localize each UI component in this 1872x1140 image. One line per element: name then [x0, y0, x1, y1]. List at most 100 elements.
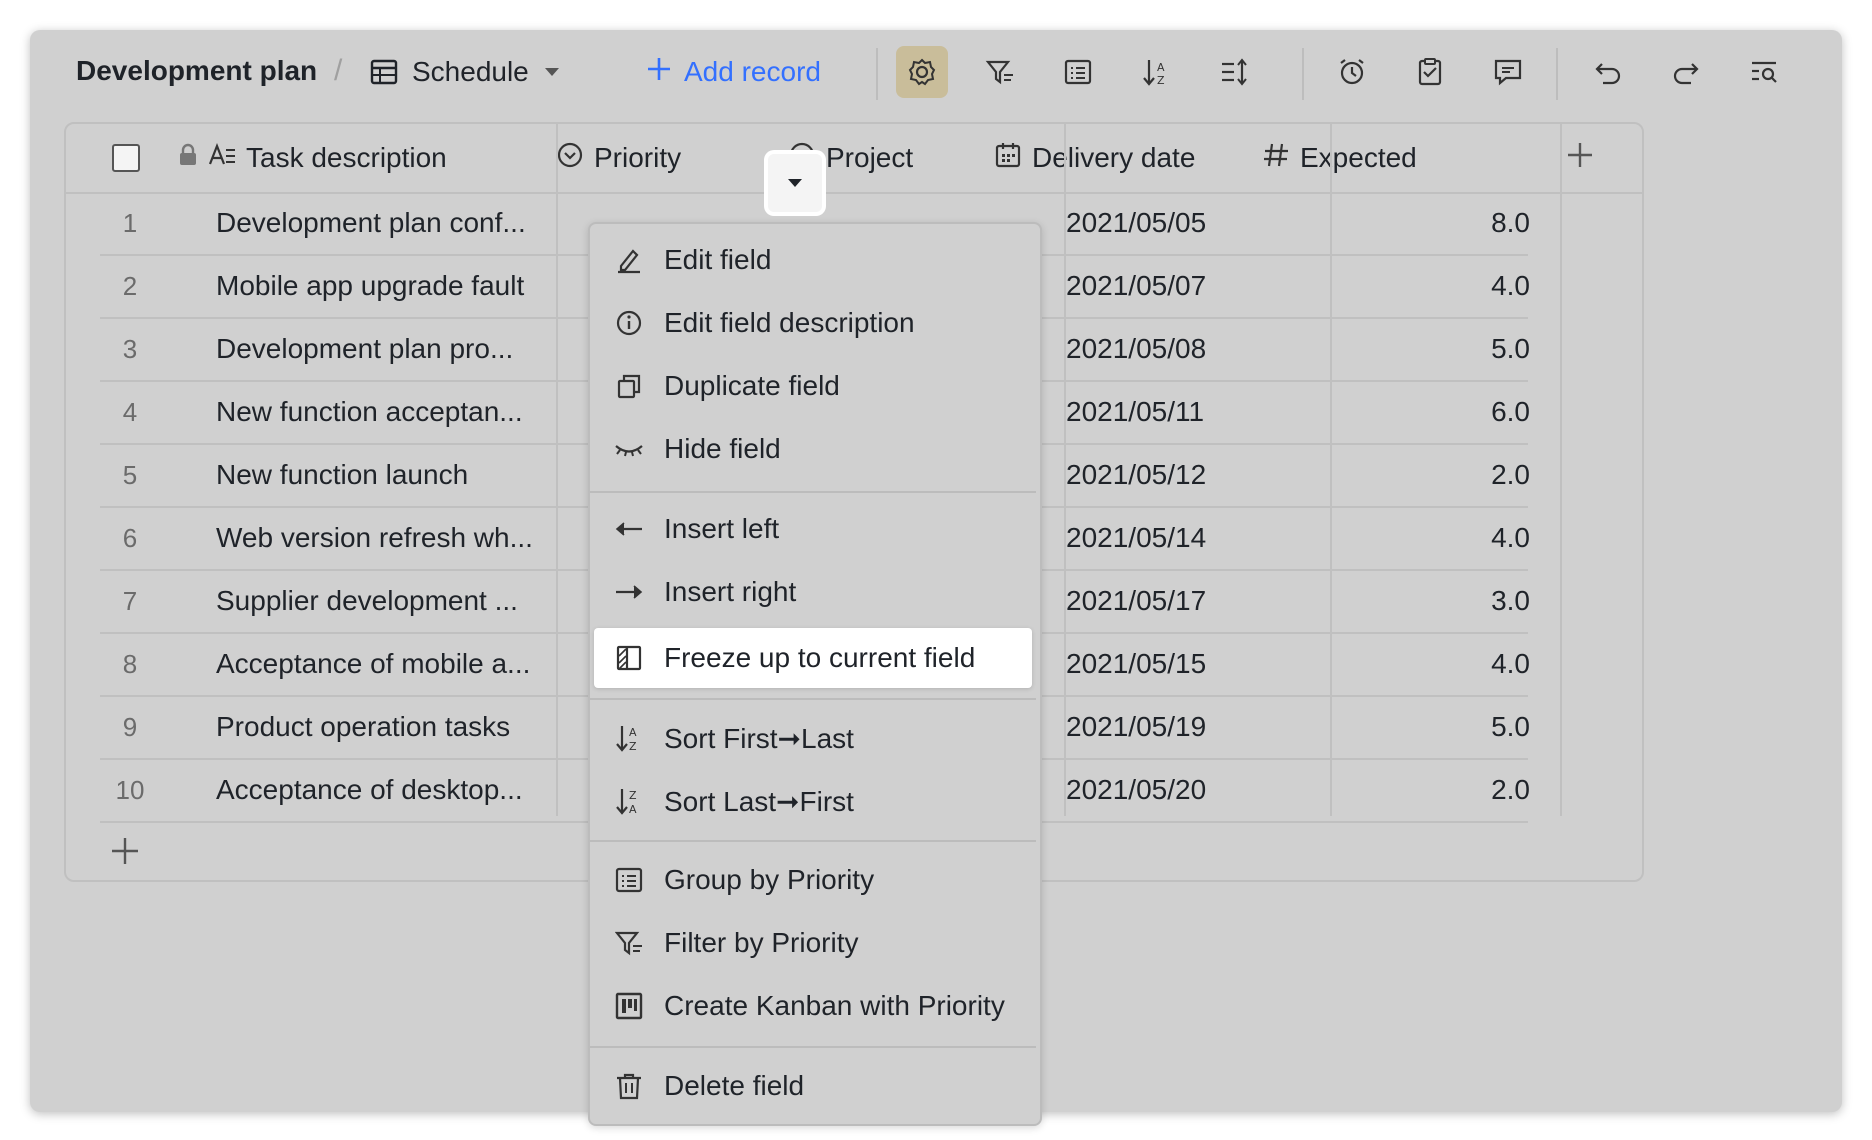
menu-item-hide-field[interactable]: Hide field — [594, 419, 1030, 479]
filter-icon[interactable] — [974, 46, 1026, 98]
menu-item-create-kanban[interactable]: Create Kanban with Priority — [594, 976, 1030, 1036]
eye-closed-icon — [594, 435, 656, 463]
task-cell[interactable]: New function acceptan... — [216, 381, 523, 443]
menu-label: Insert left — [664, 513, 780, 544]
expected-cell[interactable]: 8.0 — [1282, 192, 1530, 254]
task-cell[interactable]: New function launch — [216, 444, 468, 506]
date-cell[interactable]: 2021/05/15 — [1066, 633, 1206, 695]
menu-item-sort-desc[interactable]: ZA Sort Last➞First — [594, 771, 1030, 831]
date-cell[interactable]: 2021/05/20 — [1066, 759, 1206, 821]
task-cell[interactable]: Development plan conf... — [216, 192, 526, 254]
add-record-button[interactable]: Add record — [646, 52, 821, 92]
field-context-menu: Edit field Edit field description Duplic… — [588, 222, 1042, 1126]
select-all-checkbox[interactable] — [112, 124, 140, 192]
menu-label: Filter by Priority — [664, 927, 859, 958]
form-icon[interactable] — [1404, 46, 1456, 98]
menu-item-freeze-field[interactable]: Freeze up to current field — [594, 628, 1032, 688]
row-number: 10 — [115, 775, 145, 805]
menu-label: Edit field — [664, 244, 772, 275]
menu-divider — [590, 491, 1036, 493]
row-height-icon[interactable] — [1208, 46, 1260, 98]
sort-icon[interactable]: AZ — [1130, 46, 1182, 98]
kanban-icon — [594, 992, 656, 1020]
date-cell[interactable]: 2021/05/12 — [1066, 444, 1206, 506]
column-header-priority[interactable]: Priority — [556, 124, 681, 192]
expected-cell[interactable]: 2.0 — [1282, 444, 1530, 506]
menu-item-delete-field[interactable]: Delete field — [594, 1056, 1030, 1116]
menu-item-duplicate-field[interactable]: Duplicate field — [594, 356, 1030, 416]
menu-item-edit-field[interactable]: Edit field — [594, 230, 1030, 290]
row-number: 2 — [122, 271, 138, 301]
row-number: 7 — [122, 586, 138, 616]
priority-dropdown-trigger[interactable] — [768, 154, 822, 212]
menu-item-filter-by[interactable]: Filter by Priority — [594, 913, 1030, 973]
date-cell[interactable]: 2021/05/07 — [1066, 255, 1206, 317]
task-cell[interactable]: Product operation tasks — [216, 696, 510, 758]
table-view-icon — [370, 59, 398, 85]
expected-cell[interactable]: 5.0 — [1282, 318, 1530, 380]
menu-label: Hide field — [664, 433, 781, 464]
column-header-delivery-date[interactable]: Delivery date — [994, 124, 1195, 192]
sort-desc-icon: ZA — [594, 786, 656, 816]
doc-title[interactable]: Development plan — [76, 54, 317, 88]
calendar-icon — [994, 141, 1022, 176]
date-cell[interactable]: 2021/05/14 — [1066, 507, 1206, 569]
date-cell[interactable]: 2021/05/17 — [1066, 570, 1206, 632]
menu-divider — [590, 840, 1036, 842]
task-cell[interactable]: Acceptance of desktop... — [216, 759, 523, 821]
plus-icon — [112, 838, 138, 864]
date-cell[interactable]: 2021/05/05 — [1066, 192, 1206, 254]
add-column-button[interactable] — [1566, 124, 1594, 192]
chevron-down-icon — [543, 66, 561, 78]
expected-cell[interactable]: 4.0 — [1282, 255, 1530, 317]
expected-cell[interactable]: 4.0 — [1282, 633, 1530, 695]
menu-item-insert-right[interactable]: Insert right — [594, 562, 1030, 622]
group-icon[interactable] — [1052, 46, 1104, 98]
toolbar-divider — [1302, 48, 1304, 100]
add-row-button[interactable] — [110, 836, 140, 866]
comment-icon[interactable] — [1482, 46, 1534, 98]
column-divider — [1560, 124, 1562, 816]
reminder-icon[interactable] — [1326, 46, 1378, 98]
redo-icon[interactable] — [1660, 46, 1712, 98]
menu-label: Sort First➞Last — [664, 722, 854, 754]
toolbar-divider — [1556, 48, 1558, 100]
row-number: 3 — [122, 334, 138, 364]
row-number: 5 — [122, 460, 138, 490]
expected-cell[interactable]: 5.0 — [1282, 696, 1530, 758]
menu-item-edit-description[interactable]: Edit field description — [594, 293, 1030, 353]
expected-cell[interactable]: 2.0 — [1282, 759, 1530, 821]
gear-icon[interactable] — [896, 46, 948, 98]
group-icon — [594, 866, 656, 894]
task-cell[interactable]: Acceptance of mobile a... — [216, 633, 530, 695]
svg-text:Z: Z — [1157, 74, 1165, 87]
menu-item-sort-asc[interactable]: AZ Sort First➞Last — [594, 708, 1030, 768]
expected-cell[interactable]: 3.0 — [1282, 570, 1530, 632]
task-cell[interactable]: Web version refresh wh... — [216, 507, 533, 569]
checkbox[interactable] — [112, 144, 140, 172]
svg-text:A: A — [629, 726, 637, 739]
column-label: Expected — [1300, 142, 1417, 173]
menu-label: Delete field — [664, 1070, 805, 1101]
date-cell[interactable]: 2021/05/19 — [1066, 696, 1206, 758]
search-icon[interactable] — [1738, 46, 1790, 98]
row-number: 9 — [122, 712, 138, 742]
menu-label: Duplicate field — [664, 370, 840, 401]
expected-cell[interactable]: 6.0 — [1282, 381, 1530, 443]
task-cell[interactable]: Mobile app upgrade fault — [216, 255, 524, 317]
pencil-icon — [594, 246, 656, 274]
task-cell[interactable]: Development plan pro... — [216, 318, 513, 380]
menu-label: Freeze up to current field — [664, 642, 976, 673]
undo-icon[interactable] — [1582, 46, 1634, 98]
view-selector[interactable]: Schedule — [370, 52, 561, 92]
svg-text:A: A — [629, 803, 637, 816]
date-cell[interactable]: 2021/05/08 — [1066, 318, 1206, 380]
column-header-task[interactable]: Task description — [178, 124, 447, 192]
menu-item-insert-left[interactable]: Insert left — [594, 499, 1030, 559]
row-number: 4 — [122, 397, 138, 427]
expected-cell[interactable]: 4.0 — [1282, 507, 1530, 569]
column-header-expected[interactable]: Expected — [1262, 124, 1417, 192]
date-cell[interactable]: 2021/05/11 — [1066, 381, 1204, 443]
menu-item-group-by[interactable]: Group by Priority — [594, 850, 1030, 910]
task-cell[interactable]: Supplier development ... — [216, 570, 518, 632]
